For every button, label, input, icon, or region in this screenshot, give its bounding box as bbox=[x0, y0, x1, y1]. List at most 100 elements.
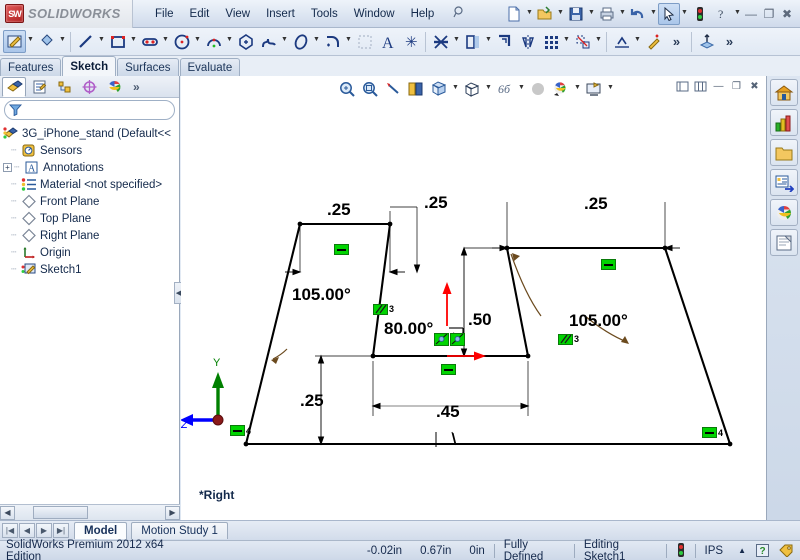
smart-dimension-icon[interactable] bbox=[35, 30, 58, 53]
question-icon[interactable]: ? bbox=[752, 541, 773, 560]
tag-icon[interactable] bbox=[773, 541, 800, 560]
tab-evaluate[interactable]: Evaluate bbox=[179, 58, 241, 76]
pushpin-icon[interactable] bbox=[452, 5, 466, 22]
scroll-thumb[interactable] bbox=[33, 506, 88, 519]
options-help-icon[interactable]: ? bbox=[711, 3, 733, 25]
fillet-dropdown-icon[interactable]: ▼ bbox=[344, 36, 353, 47]
search-properties-button[interactable] bbox=[769, 169, 798, 196]
point-entity-icon[interactable]: ✳ bbox=[399, 30, 422, 53]
file-explorer-button[interactable] bbox=[769, 139, 798, 166]
graphics-area[interactable]: ▼ ▼ 6б ▼ ▼ ▼ — ❐ ✖ Y Z .25 .25 .25 .50 1… bbox=[181, 76, 766, 520]
sketch-dropdown-icon[interactable]: ▼ bbox=[26, 36, 35, 47]
relations-dropdown-icon[interactable]: ▼ bbox=[633, 36, 642, 47]
rectangle-icon[interactable] bbox=[106, 30, 129, 53]
trim-dropdown-icon[interactable]: ▼ bbox=[452, 36, 461, 47]
ellipse-dropdown-icon[interactable]: ▼ bbox=[312, 36, 321, 47]
point-icon[interactable] bbox=[353, 30, 376, 53]
slot-dropdown-icon[interactable]: ▼ bbox=[161, 36, 170, 47]
tree-item-annotations[interactable]: + ┄ A Annotations bbox=[3, 159, 177, 176]
menu-file[interactable]: File bbox=[147, 5, 182, 23]
slot-icon[interactable] bbox=[138, 30, 161, 53]
dimxpert-manager-tab[interactable] bbox=[77, 77, 101, 97]
select-dropdown-icon[interactable]: ▼ bbox=[680, 9, 689, 20]
configuration-manager-tab[interactable] bbox=[52, 77, 76, 97]
nav-first-button[interactable]: |◀ bbox=[2, 523, 18, 538]
property-manager-tab[interactable] bbox=[27, 77, 51, 97]
print-icon[interactable] bbox=[596, 3, 618, 25]
convert-entities-icon[interactable] bbox=[461, 30, 484, 53]
scroll-left-button[interactable]: ◀ bbox=[0, 505, 15, 520]
menu-window[interactable]: Window bbox=[346, 5, 403, 23]
tree-item-material[interactable]: ┄ Material <not specified> bbox=[3, 176, 177, 193]
repair-sketch-icon[interactable] bbox=[642, 30, 665, 53]
tree-item-top-plane[interactable]: ┄ Top Plane bbox=[3, 210, 177, 227]
tab-motion-study[interactable]: Motion Study 1 bbox=[131, 522, 228, 539]
pattern-dropdown-icon[interactable]: ▼ bbox=[562, 36, 571, 47]
filter-input[interactable] bbox=[22, 103, 162, 117]
circle-icon[interactable] bbox=[170, 30, 193, 53]
new-document-icon[interactable] bbox=[503, 3, 525, 25]
save-dropdown-icon[interactable]: ▼ bbox=[587, 9, 596, 20]
relation-parallel-right[interactable] bbox=[558, 334, 573, 345]
offset-entities-icon[interactable] bbox=[493, 30, 516, 53]
undo-dropdown-icon[interactable]: ▼ bbox=[649, 9, 658, 20]
help-dropdown-icon[interactable]: ▼ bbox=[733, 9, 742, 20]
mirror-entities-icon[interactable] bbox=[516, 30, 539, 53]
spline-dropdown-icon[interactable]: ▼ bbox=[280, 36, 289, 47]
relation-horizontal-inner[interactable] bbox=[441, 364, 456, 375]
solidworks-resources-button[interactable] bbox=[769, 79, 798, 106]
traffic-light-icon[interactable] bbox=[667, 541, 695, 560]
tree-item-origin[interactable]: ┄ Origin bbox=[3, 244, 177, 261]
toolbar-expand-icon[interactable]: » bbox=[718, 30, 741, 53]
linear-pattern-icon[interactable] bbox=[539, 30, 562, 53]
menu-help[interactable]: Help bbox=[403, 5, 443, 23]
sketch-overflow-icon[interactable]: » bbox=[665, 30, 688, 53]
quick-snaps-icon[interactable] bbox=[695, 30, 718, 53]
expand-icon[interactable]: + bbox=[3, 163, 12, 172]
polygon-icon[interactable] bbox=[234, 30, 257, 53]
print-dropdown-icon[interactable]: ▼ bbox=[618, 9, 627, 20]
appearances-scenes-button[interactable] bbox=[769, 229, 798, 256]
circle-dropdown-icon[interactable]: ▼ bbox=[193, 36, 202, 47]
tree-item-part[interactable]: 3G_iPhone_stand (Default<< bbox=[3, 125, 177, 142]
trim-entities-icon[interactable] bbox=[429, 30, 452, 53]
menu-insert[interactable]: Insert bbox=[258, 5, 303, 23]
feature-tree-scrollbar[interactable]: ◀ ▶ bbox=[0, 504, 180, 520]
convert-dropdown-icon[interactable]: ▼ bbox=[484, 36, 493, 47]
tab-features[interactable]: Features bbox=[0, 58, 62, 76]
feature-tree-filter[interactable] bbox=[4, 100, 175, 120]
ellipse-icon[interactable] bbox=[289, 30, 312, 53]
relation-horizontal-base-left[interactable] bbox=[230, 425, 245, 436]
open-document-icon[interactable] bbox=[534, 3, 556, 25]
line-dropdown-icon[interactable]: ▼ bbox=[97, 36, 106, 47]
feature-manager-tab[interactable] bbox=[2, 76, 26, 97]
nav-next-button[interactable]: ▶ bbox=[36, 523, 52, 538]
feature-manager-more-icon[interactable]: » bbox=[133, 80, 140, 94]
move-dropdown-icon[interactable]: ▼ bbox=[594, 36, 603, 47]
nav-prev-button[interactable]: ◀ bbox=[19, 523, 35, 538]
line-icon[interactable] bbox=[74, 30, 97, 53]
display-manager-tab[interactable] bbox=[102, 77, 126, 97]
menu-edit[interactable]: Edit bbox=[182, 5, 218, 23]
window-close-button[interactable]: ✖ bbox=[778, 4, 796, 24]
relation-horizontal-base-right[interactable] bbox=[702, 427, 717, 438]
tab-surfaces[interactable]: Surfaces bbox=[117, 58, 179, 76]
nav-last-button[interactable]: ▶| bbox=[53, 523, 69, 538]
rectangle-dropdown-icon[interactable]: ▼ bbox=[129, 36, 138, 47]
menu-tools[interactable]: Tools bbox=[303, 5, 346, 23]
relation-horizontal-top-left[interactable] bbox=[334, 244, 349, 255]
arc-dropdown-icon[interactable]: ▼ bbox=[225, 36, 234, 47]
relation-coincident-left[interactable] bbox=[434, 333, 449, 346]
window-minimize-button[interactable]: — bbox=[742, 4, 760, 24]
rebuild-icon[interactable] bbox=[689, 3, 711, 25]
tree-item-sketch1[interactable]: ┄ Sketch1 bbox=[3, 261, 177, 278]
undo-icon[interactable] bbox=[627, 3, 649, 25]
save-icon[interactable] bbox=[565, 3, 587, 25]
menu-view[interactable]: View bbox=[217, 5, 258, 23]
text-icon[interactable]: A bbox=[376, 30, 399, 53]
sketch-canvas[interactable]: Y Z .25 .25 .25 .50 105.00° 105.00° 80.0… bbox=[181, 76, 766, 520]
status-units[interactable]: IPS bbox=[696, 541, 733, 560]
dimension-dropdown-icon[interactable]: ▼ bbox=[58, 36, 67, 47]
select-icon[interactable] bbox=[658, 3, 680, 25]
relation-parallel-left[interactable] bbox=[373, 304, 388, 315]
